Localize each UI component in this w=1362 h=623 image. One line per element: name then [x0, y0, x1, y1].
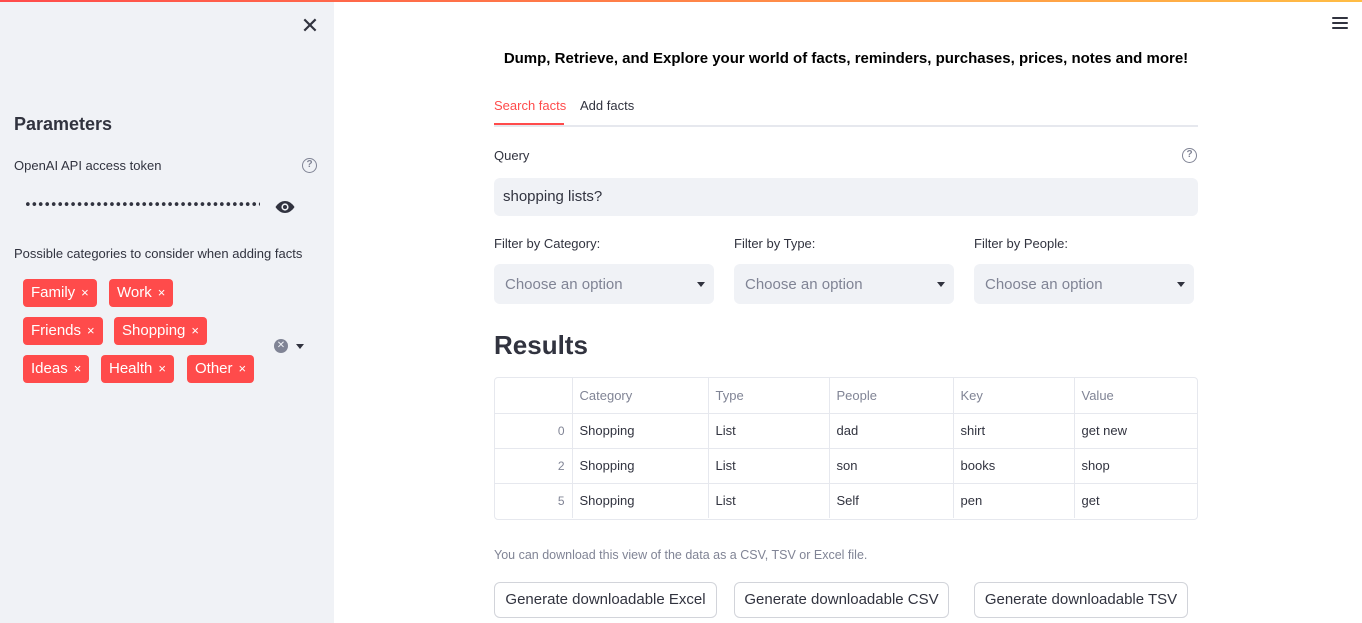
- generate-excel-button[interactable]: Generate downloadable Excel: [494, 582, 717, 618]
- generate-tsv-button[interactable]: Generate downloadable TSV: [974, 582, 1188, 618]
- results-table[interactable]: Category Type People Key Value 0 Shoppin…: [494, 377, 1198, 520]
- eye-icon[interactable]: [274, 200, 296, 214]
- column-header[interactable]: People: [829, 378, 954, 414]
- remove-tag-icon[interactable]: ×: [239, 361, 247, 376]
- remove-tag-icon[interactable]: ×: [74, 361, 82, 376]
- filter-type-select[interactable]: Choose an option: [734, 264, 954, 304]
- table-cell[interactable]: books: [953, 448, 1075, 484]
- chevron-down-icon: [937, 282, 945, 287]
- table-cell[interactable]: get: [1074, 483, 1197, 518]
- table-row: 0 Shopping List dad shirt get new: [495, 413, 1197, 449]
- table-cell[interactable]: dad: [829, 413, 954, 449]
- download-note: You can download this view of the data a…: [494, 548, 868, 562]
- close-icon[interactable]: ✕: [300, 15, 320, 37]
- column-header[interactable]: Type: [708, 378, 830, 414]
- generate-csv-button[interactable]: Generate downloadable CSV: [734, 582, 949, 618]
- row-index: 0: [495, 413, 573, 449]
- help-circle-icon[interactable]: ?: [302, 158, 317, 173]
- table-cell[interactable]: List: [708, 483, 830, 518]
- column-header[interactable]: Key: [953, 378, 1075, 414]
- filter-type-label: Filter by Type:: [734, 236, 816, 251]
- query-label: Query: [494, 148, 530, 163]
- table-cell[interactable]: Shopping: [572, 448, 709, 484]
- results-heading: Results: [494, 330, 588, 360]
- table-cell[interactable]: Shopping: [572, 413, 709, 449]
- table-cell[interactable]: List: [708, 448, 830, 484]
- chevron-down-icon: [697, 282, 705, 287]
- table-cell[interactable]: shop: [1074, 448, 1197, 484]
- remove-tag-icon[interactable]: ×: [87, 323, 95, 338]
- row-index: 2: [495, 448, 573, 484]
- table-cell[interactable]: son: [829, 448, 954, 484]
- tab-search-facts[interactable]: Search facts: [494, 98, 566, 113]
- query-input[interactable]: shopping lists?: [494, 178, 1198, 216]
- table-cell[interactable]: shirt: [953, 413, 1075, 449]
- filter-category-label: Filter by Category:: [494, 236, 601, 251]
- remove-tag-icon[interactable]: ×: [81, 285, 89, 300]
- filter-people-select[interactable]: Choose an option: [974, 264, 1194, 304]
- query-value: shopping lists?: [503, 188, 603, 205]
- category-tag[interactable]: Friends ×: [23, 317, 103, 345]
- table-row: 5 Shopping List Self pen get: [495, 483, 1197, 518]
- column-header[interactable]: [495, 378, 573, 414]
- api-token-value: ••••••••••••••••••••••••••••••••••••••••…: [24, 198, 260, 213]
- categories-multiselect[interactable]: Family × Work × Friends × Shopping × Ideas × …: [14, 272, 314, 392]
- remove-tag-icon[interactable]: ×: [158, 285, 166, 300]
- sidebar: ✕ Parameters OpenAI API access token ? •…: [0, 2, 334, 623]
- help-circle-icon[interactable]: ?: [1182, 148, 1197, 163]
- tab-bar: Search facts Add facts: [494, 96, 1198, 127]
- filter-people-label: Filter by People:: [974, 236, 1068, 251]
- chevron-down-icon: [1177, 282, 1185, 287]
- table-cell[interactable]: Self: [829, 483, 954, 518]
- category-tag[interactable]: Shopping ×: [114, 317, 207, 345]
- table-cell[interactable]: pen: [953, 483, 1075, 518]
- table-cell[interactable]: Shopping: [572, 483, 709, 518]
- table-cell[interactable]: get new: [1074, 413, 1197, 449]
- api-token-label: OpenAI API access token: [14, 158, 162, 173]
- category-tag[interactable]: Work ×: [109, 279, 174, 307]
- table-header-row: Category Type People Key Value: [495, 378, 1197, 414]
- sidebar-title: Parameters: [14, 114, 113, 134]
- category-tag[interactable]: Other ×: [187, 355, 255, 383]
- table-cell[interactable]: List: [708, 413, 830, 449]
- active-tab-indicator: [494, 123, 564, 125]
- api-token-field[interactable]: ••••••••••••••••••••••••••••••••••••••••…: [14, 192, 304, 224]
- hamburger-menu-icon[interactable]: [1332, 17, 1348, 31]
- categories-label: Possible categories to consider when add…: [14, 246, 303, 261]
- remove-tag-icon[interactable]: ×: [191, 323, 199, 338]
- column-header[interactable]: Value: [1074, 378, 1197, 414]
- tab-add-facts[interactable]: Add facts: [580, 98, 634, 113]
- remove-tag-icon[interactable]: ×: [158, 361, 166, 376]
- filter-category-select[interactable]: Choose an option: [494, 264, 714, 304]
- column-header[interactable]: Category: [572, 378, 709, 414]
- table-row: 2 Shopping List son books shop: [495, 448, 1197, 484]
- page-headline: Dump, Retrieve, and Explore your world o…: [503, 50, 1189, 67]
- category-tag[interactable]: Ideas ×: [23, 355, 90, 383]
- category-tag[interactable]: Family ×: [23, 279, 97, 307]
- category-tag[interactable]: Health ×: [101, 355, 174, 383]
- chevron-down-icon[interactable]: [296, 344, 304, 349]
- row-index: 5: [495, 483, 573, 518]
- clear-all-icon[interactable]: ✕: [274, 339, 288, 353]
